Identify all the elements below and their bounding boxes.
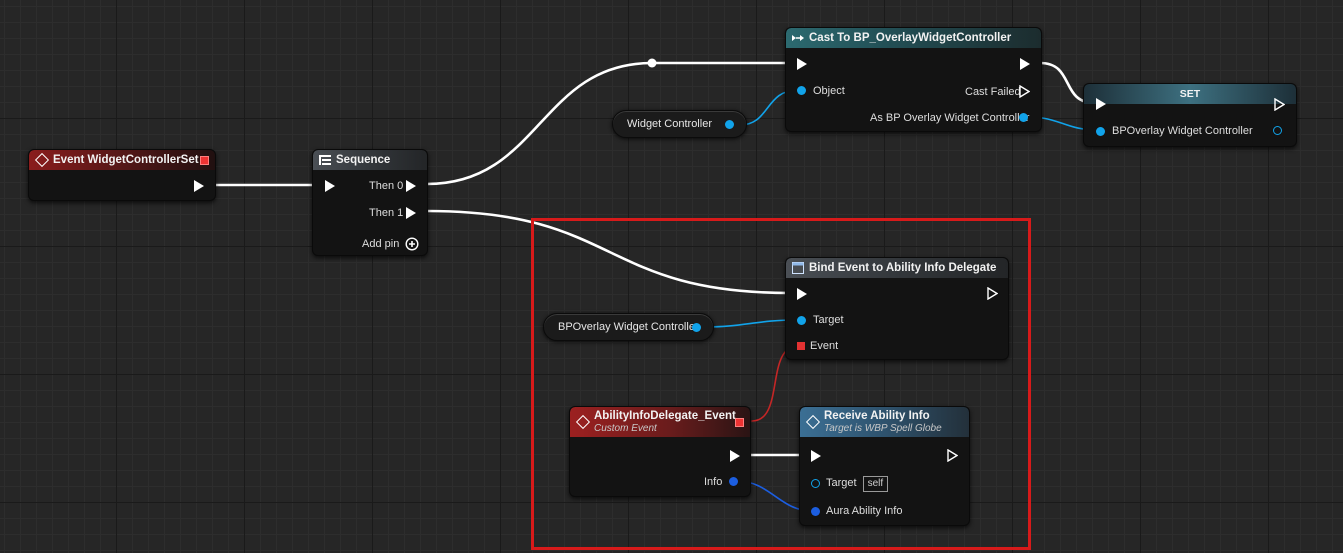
- then-1-label: Then 1: [369, 207, 404, 219]
- widget-controller-output-pin[interactable]: [725, 120, 734, 129]
- cast-failed-label: Cast Failed: [965, 86, 1021, 98]
- bpoverlay-label: BPOverlay Widget Controller: [1112, 125, 1253, 137]
- exec-input-pin[interactable]: [1096, 98, 1106, 110]
- node-title: Event WidgetControllerSet: [53, 154, 199, 166]
- exec-output-pin[interactable]: [194, 180, 204, 192]
- then-0-exec-pin[interactable]: [406, 180, 416, 192]
- cast-to-bp-overlaywidgetcontroller-node[interactable]: Cast To BP_OverlayWidgetController Objec…: [785, 27, 1042, 132]
- object-input-pin[interactable]: [797, 86, 806, 95]
- as-bp-overlay-output-pin[interactable]: [1019, 113, 1028, 122]
- delegate-output-pin[interactable]: [200, 156, 209, 165]
- node-header: Event WidgetControllerSet: [29, 150, 215, 170]
- wire-reroute-knot: [647, 58, 657, 68]
- node-title: SET: [1179, 88, 1201, 100]
- cast-failed-exec-pin[interactable]: [1019, 85, 1030, 98]
- node-title: Cast To BP_OverlayWidgetController: [809, 32, 1012, 44]
- cast-icon: [792, 35, 804, 41]
- bpoverlay-output-pin[interactable]: [1273, 126, 1282, 135]
- bpoverlay-input-pin[interactable]: [1096, 127, 1105, 136]
- variable-label: Widget Controller: [627, 118, 712, 130]
- widget-controller-variable[interactable]: Widget Controller: [612, 110, 747, 138]
- then-1-exec-pin[interactable]: [406, 207, 416, 219]
- set-node[interactable]: SET BPOverlay Widget Controller: [1083, 83, 1297, 147]
- exec-input-pin[interactable]: [797, 58, 807, 70]
- exec-input-pin[interactable]: [325, 180, 335, 192]
- as-bp-overlay-label: As BP Overlay Widget Controller: [870, 112, 1030, 124]
- exec-output-pin[interactable]: [1020, 58, 1030, 70]
- sequence-icon: [319, 155, 331, 165]
- then-0-label: Then 0: [369, 180, 404, 192]
- exec-output-pin[interactable]: [1274, 98, 1285, 111]
- object-label: Object: [813, 85, 845, 97]
- event-widgetcontrollerset-node[interactable]: Event WidgetControllerSet: [28, 149, 216, 201]
- node-header: Sequence: [313, 150, 427, 170]
- add-pin-plus-icon[interactable]: [405, 237, 419, 251]
- node-header: Cast To BP_OverlayWidgetController: [786, 28, 1041, 48]
- node-title: Sequence: [336, 154, 391, 166]
- node-header: SET: [1084, 84, 1296, 104]
- add-pin-label[interactable]: Add pin: [362, 237, 399, 251]
- event-diamond-icon: [34, 152, 50, 168]
- highlight-box: [531, 218, 1031, 550]
- sequence-node[interactable]: Sequence Then 0 Then 1 Add pin: [312, 149, 428, 256]
